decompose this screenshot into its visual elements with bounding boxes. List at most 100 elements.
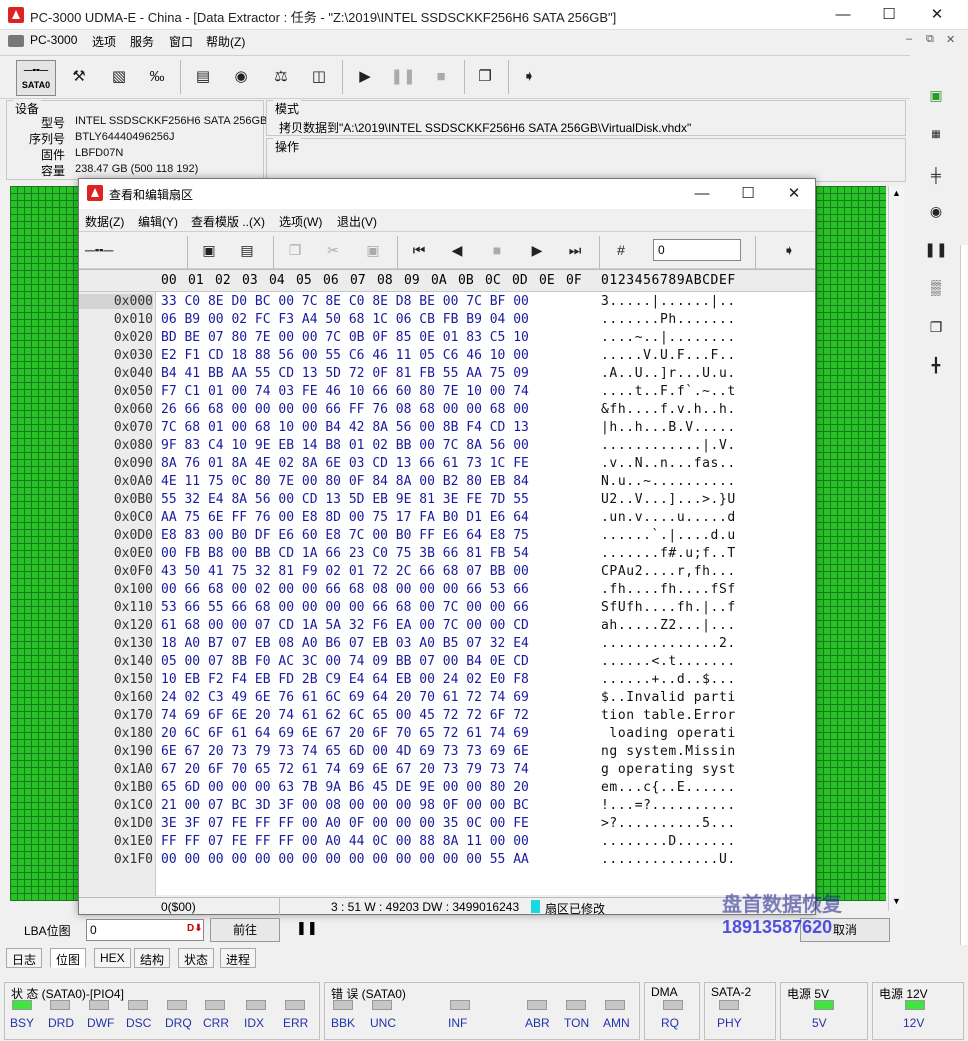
hex-row-bytes[interactable]: FF FF 07 FE FF FF 00 A0 44 0C 00 88 8A 1… <box>161 834 529 849</box>
ascii-row[interactable]: !...=?.......... <box>601 798 736 813</box>
pause-icon[interactable]: ❚❚ <box>388 62 418 92</box>
ascii-row[interactable]: ......+..d..$... <box>601 672 736 687</box>
ascii-row[interactable]: SfUfh....fh.|..f <box>601 600 736 615</box>
scroll-up-icon[interactable]: ▲ <box>892 188 901 198</box>
close-button[interactable]: ✕ <box>914 0 960 30</box>
write-sector-icon[interactable]: ▤ <box>233 236 261 264</box>
sata-connector-icon[interactable]: ─╍─ <box>85 236 113 264</box>
ascii-row[interactable]: .....V.U.F...F.. <box>601 348 736 363</box>
hex-row-bytes[interactable]: 6E 67 20 73 79 73 74 65 6D 00 4D 69 73 7… <box>161 744 529 759</box>
ascii-row[interactable]: ng system.Missin <box>601 744 736 759</box>
hex-row-bytes[interactable]: 00 FB B8 00 BB CD 1A 66 23 C0 75 3B 66 8… <box>161 546 529 561</box>
tab-hex[interactable]: HEX <box>94 948 131 968</box>
hex-row-bytes[interactable]: 33 C0 8E D0 BC 00 7C 8E C0 8E D8 BE 00 7… <box>161 294 529 309</box>
hex-row-bytes[interactable]: 3E 3F 07 FE FF FF 00 A0 0F 00 00 00 35 0… <box>161 816 529 831</box>
hex-row-bytes[interactable]: 20 6C 6F 61 64 69 6E 67 20 6F 70 65 72 6… <box>161 726 529 741</box>
stop-read-icon[interactable]: ■ <box>483 236 511 264</box>
hex-row-bytes[interactable]: 4E 11 75 0C 80 7E 00 80 0F 84 8A 00 B2 8… <box>161 474 529 489</box>
cut-icon[interactable]: ✂ <box>319 236 347 264</box>
ascii-row[interactable]: |h..h...B.V..... <box>601 420 736 435</box>
menu-data[interactable]: 数据(Z) <box>85 213 124 230</box>
mdi-restore-icon[interactable]: ⧉ <box>926 33 934 46</box>
ascii-row[interactable]: .v..N..n...fas.. <box>601 456 736 471</box>
dialog-minimize-button[interactable]: — <box>679 179 725 209</box>
ascii-row[interactable]: ......<.t....... <box>601 654 736 669</box>
hex-row-bytes[interactable]: 8A 76 01 8A 4E 02 8A 6E 03 CD 13 66 61 7… <box>161 456 529 471</box>
tab-status[interactable]: 状态 <box>178 948 215 968</box>
disk-export-icon[interactable]: ◫ <box>304 62 334 92</box>
hex-row-bytes[interactable]: 10 EB F2 F4 EB FD 2B C9 E4 64 EB 00 24 0… <box>161 672 529 687</box>
bitmap-scrollbar[interactable]: ▲ ▼ <box>888 186 904 911</box>
tab-structure[interactable]: 结构 <box>134 948 171 968</box>
menu-exit[interactable]: 退出(V) <box>337 213 377 230</box>
paste-icon[interactable]: ▣ <box>359 236 387 264</box>
exit-icon[interactable]: ➧ <box>514 62 544 92</box>
pause-right-icon[interactable]: ❚❚ <box>920 233 952 265</box>
tools-icon[interactable]: ⚒ <box>64 62 94 92</box>
sleep-icon[interactable]: ◉ <box>920 195 952 227</box>
ascii-row[interactable]: loading operati <box>601 726 736 741</box>
mdi-minimize-icon[interactable]: – <box>906 33 912 45</box>
last-sector-icon[interactable]: ⏭ <box>561 236 589 264</box>
ascii-row[interactable]: CPAu2....r,fh... <box>601 564 736 579</box>
lba-input[interactable] <box>653 239 741 261</box>
ascii-row[interactable]: ............|.V. <box>601 438 736 453</box>
lba-value-field[interactable]: 0 D⬇ <box>86 919 204 941</box>
dialog-close-button[interactable]: ✕ <box>771 179 817 209</box>
prev-sector-icon[interactable]: ◀ <box>443 236 471 264</box>
dialog-exit-icon[interactable]: ➧ <box>775 236 803 264</box>
ascii-row[interactable]: .fh....fh....fSf <box>601 582 736 597</box>
ascii-row[interactable]: 3.....|......|.. <box>601 294 736 309</box>
menu-pc3000[interactable]: PC-3000 <box>30 33 77 47</box>
hex-row-bytes[interactable]: 9F 83 C4 10 9E EB 14 B8 01 02 BB 00 7C 8… <box>161 438 529 453</box>
hex-row-bytes[interactable]: E2 F1 CD 18 88 56 00 55 C6 46 11 05 C6 4… <box>161 348 529 363</box>
menu-dialog-options[interactable]: 选项(W) <box>279 213 322 230</box>
goto-lba-icon[interactable]: # <box>607 236 635 264</box>
hex-row-bytes[interactable]: AA 75 6E FF 76 00 E8 8D 00 75 17 FA B0 D… <box>161 510 529 525</box>
binoculars-icon[interactable]: ◉ <box>226 62 256 92</box>
lba-spin-icon[interactable]: D⬇ <box>187 923 203 934</box>
save-sector-icon[interactable]: ▣ <box>195 236 223 264</box>
hex-row-bytes[interactable]: 55 32 E4 8A 56 00 CD 13 5D EB 9E 81 3E F… <box>161 492 529 507</box>
scroll-down-icon[interactable]: ▼ <box>892 896 901 906</box>
hex-row-bytes[interactable]: 26 66 68 00 00 00 00 66 FF 76 08 68 00 0… <box>161 402 529 417</box>
balance-icon[interactable]: ⚖ <box>266 62 296 92</box>
ascii-row[interactable]: &fh....f.v.h..h. <box>601 402 736 417</box>
ascii-row[interactable]: em...c{..E...... <box>601 780 736 795</box>
ascii-row[interactable]: ....~..|........ <box>601 330 736 345</box>
mdi-child-icon[interactable] <box>8 35 24 47</box>
hex-row-bytes[interactable]: B4 41 BB AA 55 CD 13 5D 72 0F 81 FB 55 A… <box>161 366 529 381</box>
first-sector-icon[interactable]: ⏮ <box>405 236 433 264</box>
database-icon[interactable]: ▣ <box>920 79 952 111</box>
signal-icon[interactable]: ▒ <box>920 271 952 303</box>
dialog-maximize-button[interactable]: ☐ <box>725 179 771 209</box>
drive-info-icon[interactable]: ▧ <box>104 62 134 92</box>
ascii-row[interactable]: .A..U..]r...U.u. <box>601 366 736 381</box>
connector-icon[interactable]: ╋ <box>920 349 952 381</box>
tab-log[interactable]: 日志 <box>6 948 43 968</box>
stop-icon[interactable]: ■ <box>426 62 456 92</box>
ascii-row[interactable]: ........D....... <box>601 834 736 849</box>
hex-row-bytes[interactable]: 74 69 6F 6E 20 74 61 62 6C 65 00 45 72 7… <box>161 708 529 723</box>
lba-pause-icon[interactable]: ❚❚ <box>296 920 318 936</box>
copy-error-icon[interactable]: ❐ <box>920 311 952 343</box>
menu-view-template[interactable]: 查看模版 ..(X) <box>191 213 265 230</box>
ascii-row[interactable]: ......`.|....d.u <box>601 528 736 543</box>
ascii-row[interactable]: ....t..F.f`.~..t <box>601 384 736 399</box>
drive-tree-icon[interactable]: ▤ <box>188 62 218 92</box>
maximize-button[interactable]: ☐ <box>866 0 912 30</box>
hex-row-bytes[interactable]: 06 B9 00 02 FC F3 A4 50 68 1C 06 CB FB B… <box>161 312 529 327</box>
menu-edit[interactable]: 编辑(Y) <box>138 213 178 230</box>
ascii-row[interactable]: ah.....Z2...|... <box>601 618 736 633</box>
ascii-row[interactable]: N.u..~.......... <box>601 474 736 489</box>
windows-icon[interactable]: ❐ <box>470 62 500 92</box>
hex-row-bytes[interactable]: 24 02 C3 49 6E 76 61 6C 69 64 20 70 61 7… <box>161 690 529 705</box>
tab-bitmap[interactable]: 位图 <box>50 948 87 968</box>
play-icon[interactable]: ▶ <box>350 62 380 92</box>
hex-row-bytes[interactable]: 21 00 07 BC 3D 3F 00 08 00 00 00 98 0F 0… <box>161 798 529 813</box>
hex-view[interactable]: 00 01 02 03 04 05 06 07 08 09 0A 0B 0C 0D 0E 0F 01234567… <box>79 269 815 896</box>
hex-row-bytes[interactable]: E8 83 00 B0 DF E6 60 E8 7C 00 B0 FF E6 6… <box>161 528 529 543</box>
next-sector-icon[interactable]: ▶ <box>523 236 551 264</box>
ascii-row[interactable]: $..Invalid parti <box>601 690 736 705</box>
ascii-row[interactable]: .un.v....u.....d <box>601 510 736 525</box>
